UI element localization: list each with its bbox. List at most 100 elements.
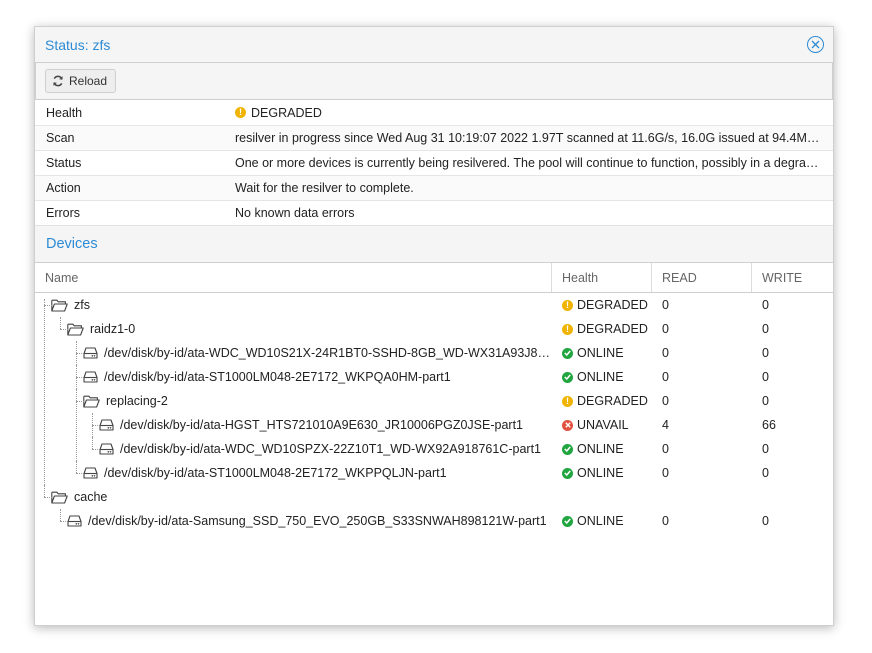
tree-connector (44, 485, 45, 497)
status-key: Errors (46, 206, 81, 220)
device-health-cell: ! DEGRADED (552, 317, 652, 341)
device-write: 0 (762, 394, 769, 408)
refresh-icon (53, 75, 63, 87)
device-name: replacing-2 (106, 394, 168, 408)
reload-label: Reload (69, 74, 108, 88)
status-value-text: DEGRADED (251, 105, 322, 120)
check-icon (562, 515, 573, 527)
device-name: /dev/disk/by-id/ata-WDC_WD10SPZX-22Z10T1… (120, 442, 541, 456)
hard-disk-icon (99, 443, 114, 455)
device-row[interactable]: replacing-2! DEGRADED 0 0 (35, 389, 833, 413)
device-row[interactable]: /dev/disk/by-id/ata-WDC_WD10SPZX-22Z10T1… (35, 437, 833, 461)
device-write: 0 (762, 514, 769, 528)
device-row[interactable]: raidz1-0! DEGRADED 0 0 (35, 317, 833, 341)
status-key: Action (46, 181, 81, 195)
toolbar: Reload (35, 63, 833, 100)
check-icon (562, 371, 573, 383)
device-health: ONLINE (577, 466, 624, 480)
device-health-cell: ONLINE (552, 509, 652, 533)
device-name-cell: /dev/disk/by-id/ata-HGST_HTS721010A9E630… (35, 413, 552, 437)
tree-connector (76, 461, 77, 473)
window-title: Status: zfs (45, 37, 111, 53)
device-name-cell: raidz1-0 (35, 317, 552, 341)
device-name-cell: /dev/disk/by-id/ata-ST1000LM048-2E7172_W… (35, 365, 552, 389)
hard-disk-icon (83, 371, 98, 383)
device-row[interactable]: /dev/disk/by-id/ata-WDC_WD10S21X-24R1BT0… (35, 341, 833, 365)
tree-connector (44, 299, 45, 497)
device-health-cell: ONLINE (552, 365, 652, 389)
device-read: 4 (662, 418, 669, 432)
device-row[interactable]: /dev/disk/by-id/ata-ST1000LM048-2E7172_W… (35, 365, 833, 389)
status-key: Status (46, 156, 82, 170)
close-button[interactable] (807, 36, 824, 53)
column-header-health[interactable]: Health (552, 263, 652, 292)
status-value-text: resilver in progress since Wed Aug 31 10… (235, 131, 821, 145)
tree-connector (60, 329, 68, 330)
device-row[interactable]: /dev/disk/by-id/ata-ST1000LM048-2E7172_W… (35, 461, 833, 485)
device-read: 0 (662, 442, 669, 456)
device-name-cell: /dev/disk/by-id/ata-WDC_WD10S21X-24R1BT0… (35, 341, 552, 365)
device-name: /dev/disk/by-id/ata-ST1000LM048-2E7172_W… (104, 466, 447, 480)
warning-icon: ! (562, 299, 573, 311)
device-row[interactable]: /dev/disk/by-id/ata-HGST_HTS721010A9E630… (35, 413, 833, 437)
hard-disk-icon (99, 419, 114, 431)
reload-button[interactable]: Reload (45, 69, 117, 93)
device-name-cell: cache (35, 485, 552, 509)
device-health: ONLINE (577, 346, 624, 360)
status-value-text: Wait for the resilver to complete. (235, 181, 414, 195)
status-value: resilver in progress since Wed Aug 31 10… (235, 131, 833, 145)
column-header-read[interactable]: READ (652, 263, 752, 292)
device-name-cell: replacing-2 (35, 389, 552, 413)
device-write: 0 (762, 442, 769, 456)
device-health: DEGRADED (577, 394, 648, 408)
tree-connector (92, 425, 100, 426)
device-read: 0 (662, 322, 669, 336)
device-name: raidz1-0 (90, 322, 136, 336)
status-key: Health (46, 105, 83, 120)
device-read: 0 (662, 370, 669, 384)
zfs-status-window: Status: zfs Reload Health! DEGRADED Scan re… (34, 26, 834, 626)
device-read: 0 (662, 514, 669, 528)
device-health-cell: UNAVAIL (552, 413, 652, 437)
device-health-cell (552, 485, 652, 509)
status-value: One or more devices is currently being r… (235, 156, 833, 170)
status-value-text: One or more devices is currently being r… (235, 156, 821, 170)
device-read: 0 (662, 466, 669, 480)
device-name: zfs (74, 298, 90, 312)
device-health: ONLINE (577, 370, 624, 384)
tree-connector (60, 509, 61, 521)
warning-icon: ! (562, 395, 573, 407)
tree-connector (76, 377, 84, 378)
tree-connector (60, 317, 61, 329)
tree-connector (92, 449, 100, 450)
status-value: No known data errors (235, 206, 833, 220)
device-name: /dev/disk/by-id/ata-Samsung_SSD_750_EVO_… (88, 514, 547, 528)
device-read (652, 485, 752, 509)
device-health-cell: ONLINE (552, 437, 652, 461)
column-header-write[interactable]: WRITE (752, 263, 833, 292)
status-row-scan: Scan resilver in progress since Wed Aug 3… (35, 125, 833, 150)
device-write (752, 485, 833, 509)
device-name-cell: /dev/disk/by-id/ata-ST1000LM048-2E7172_W… (35, 461, 552, 485)
device-name: /dev/disk/by-id/ata-WDC_WD10S21X-24R1BT0… (104, 346, 552, 360)
device-write: 0 (762, 466, 769, 480)
devices-title: Devices (46, 236, 98, 252)
device-name: /dev/disk/by-id/ata-HGST_HTS721010A9E630… (120, 418, 523, 432)
device-row[interactable]: zfs! DEGRADED 0 0 (35, 293, 833, 317)
check-icon (562, 347, 573, 359)
device-row[interactable]: /dev/disk/by-id/ata-Samsung_SSD_750_EVO_… (35, 509, 833, 533)
device-row[interactable]: cache (35, 485, 833, 509)
column-header-name[interactable]: Name (35, 263, 552, 292)
tree-connector (76, 401, 84, 402)
device-read: 0 (662, 394, 669, 408)
hard-disk-icon (83, 347, 98, 359)
close-icon (811, 40, 820, 49)
tree-connector (60, 521, 68, 522)
tree-connector (44, 305, 52, 306)
tree-connector (92, 437, 93, 449)
device-health: ONLINE (577, 442, 624, 456)
device-name-cell: zfs (35, 293, 552, 317)
device-health-cell: ONLINE (552, 341, 652, 365)
folder-open-icon (51, 299, 68, 312)
device-name: /dev/disk/by-id/ata-ST1000LM048-2E7172_W… (104, 370, 451, 384)
